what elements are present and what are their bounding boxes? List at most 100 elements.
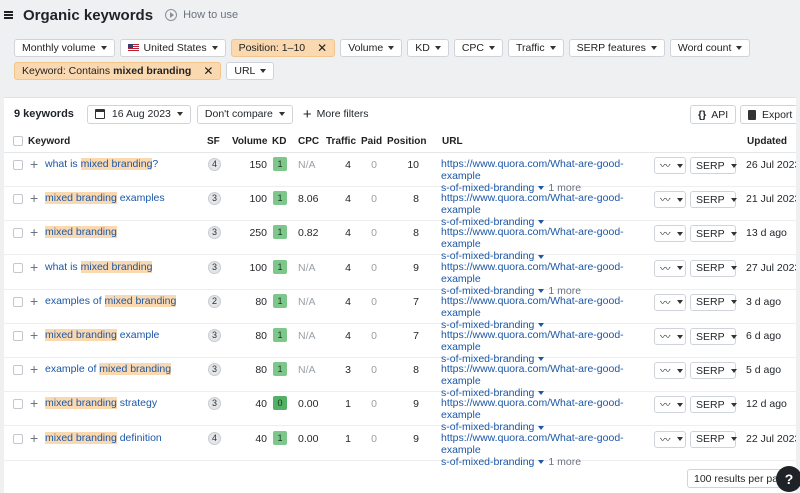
serp-button[interactable]: SERP xyxy=(690,293,737,311)
filter-volume[interactable]: Volume xyxy=(340,39,403,57)
trend-button[interactable]: 〰 xyxy=(654,157,686,174)
keyword-link[interactable]: what is mixed branding? xyxy=(45,158,158,170)
select-all-checkbox[interactable] xyxy=(13,136,23,146)
row-checkbox[interactable] xyxy=(13,296,23,307)
filter-serp-features[interactable]: SERP features xyxy=(568,39,665,57)
help-button[interactable]: ? xyxy=(776,466,800,492)
keyword-link[interactable]: examples of mixed branding xyxy=(45,294,177,307)
serp-features-count[interactable]: 4 xyxy=(208,431,221,445)
table-row: + examples of mixed branding 2 80 1 N/A 4 0 7 htt… xyxy=(4,290,800,331)
export-button[interactable]: Export xyxy=(740,105,800,124)
trend-button[interactable]: 〰 xyxy=(654,328,686,345)
serp-button[interactable]: SERP xyxy=(690,396,737,414)
serp-features-count[interactable]: 2 xyxy=(208,294,221,308)
add-to-list-icon[interactable]: + xyxy=(30,395,38,411)
row-checkbox[interactable] xyxy=(13,228,23,239)
filter-traffic[interactable]: Traffic xyxy=(508,39,564,57)
plus-icon: + xyxy=(302,105,312,123)
serp-button[interactable]: SERP xyxy=(690,157,737,174)
serp-button[interactable]: SERP xyxy=(690,362,737,380)
column-sf[interactable]: SF xyxy=(207,136,220,147)
row-checkbox[interactable] xyxy=(13,331,23,341)
trend-button[interactable]: 〰 xyxy=(654,191,686,209)
close-icon[interactable]: ✕ xyxy=(203,65,213,77)
keyword-link[interactable]: mixed branding example xyxy=(45,329,159,341)
add-to-list-icon[interactable]: + xyxy=(30,361,38,377)
column-volume[interactable]: Volume xyxy=(232,136,267,147)
column-paid[interactable]: Paid xyxy=(361,136,382,147)
serp-button[interactable]: SERP xyxy=(690,430,737,448)
trend-button[interactable]: 〰 xyxy=(654,430,686,448)
filter-cpc[interactable]: CPC xyxy=(453,39,503,57)
keyword-highlight: mixed branding xyxy=(104,294,177,307)
serp-button[interactable]: SERP xyxy=(690,225,737,243)
trend-chart-icon: 〰 xyxy=(660,399,671,412)
add-to-list-icon[interactable]: + xyxy=(30,259,38,275)
position-value: 9 xyxy=(413,432,419,445)
filter-monthly-volume[interactable]: Monthly volume xyxy=(14,39,115,57)
trend-button[interactable]: 〰 xyxy=(654,293,686,311)
serp-features-count[interactable]: 3 xyxy=(208,363,221,377)
row-checkbox[interactable] xyxy=(13,433,23,444)
position-value: 8 xyxy=(413,227,419,240)
add-to-list-icon[interactable]: + xyxy=(30,430,38,446)
serp-features-count[interactable]: 4 xyxy=(208,158,221,171)
row-checkbox[interactable] xyxy=(13,399,23,410)
filter-country[interactable]: United States xyxy=(119,39,226,57)
more-filters-label: More filters xyxy=(316,108,369,120)
add-to-list-icon[interactable]: + xyxy=(30,327,38,343)
add-to-list-icon[interactable]: + xyxy=(30,190,38,206)
column-position[interactable]: Position xyxy=(387,136,426,147)
ranking-url[interactable]: https://www.quora.com/What-are-good-exam… xyxy=(441,432,653,468)
row-checkbox[interactable] xyxy=(13,365,23,376)
add-to-list-icon[interactable]: + xyxy=(30,156,38,172)
close-icon[interactable]: ✕ xyxy=(317,42,327,54)
serp-features-count[interactable]: 3 xyxy=(208,226,221,240)
trend-button[interactable]: 〰 xyxy=(654,362,686,380)
serp-features-count[interactable]: 3 xyxy=(208,260,221,274)
paid-value: 0 xyxy=(371,261,377,274)
trend-button[interactable]: 〰 xyxy=(654,259,686,277)
row-checkbox[interactable] xyxy=(13,194,23,205)
keyword-link[interactable]: mixed branding strategy xyxy=(45,397,157,410)
serp-button[interactable]: SERP xyxy=(690,328,737,345)
filter-url[interactable]: URL xyxy=(226,62,275,80)
serp-features-count[interactable]: 3 xyxy=(208,397,221,411)
filter-keyword[interactable]: Keyword: Contains mixed branding ✕ xyxy=(14,62,222,80)
api-button[interactable]: {} API xyxy=(690,105,737,124)
column-keyword[interactable]: Keyword xyxy=(28,136,70,147)
filter-word-count[interactable]: Word count xyxy=(669,39,751,57)
add-to-list-icon[interactable]: + xyxy=(30,293,38,309)
date-picker[interactable]: 16 Aug 2023 xyxy=(86,104,191,124)
filter-bar: Monthly volume United States Position: 1… xyxy=(14,39,784,85)
trend-button[interactable]: 〰 xyxy=(654,225,686,243)
filter-position[interactable]: Position: 1–10 ✕ xyxy=(230,39,336,57)
keyword-link[interactable]: example of mixed branding xyxy=(45,363,172,376)
serp-features-count[interactable]: 3 xyxy=(208,192,221,206)
url-dropdown-icon[interactable] xyxy=(538,459,545,464)
chevron-down-icon xyxy=(676,300,683,305)
chevron-down-icon xyxy=(650,46,657,50)
column-traffic[interactable]: Traffic xyxy=(326,136,356,147)
more-filters-button[interactable]: + More filters xyxy=(298,104,373,124)
serp-features-count[interactable]: 3 xyxy=(208,329,221,342)
row-checkbox[interactable] xyxy=(13,160,23,170)
add-to-list-icon[interactable]: + xyxy=(30,224,38,240)
column-kd[interactable]: KD xyxy=(272,136,286,147)
compare-dropdown[interactable]: Don't compare xyxy=(196,104,293,124)
serp-button[interactable]: SERP xyxy=(690,259,737,277)
keyword-link[interactable]: mixed branding xyxy=(45,226,117,239)
column-url[interactable]: URL xyxy=(442,136,463,147)
how-to-use-link[interactable]: How to use xyxy=(165,9,238,21)
column-updated[interactable]: Updated xyxy=(747,136,787,147)
filter-kd[interactable]: KD xyxy=(407,39,449,57)
column-cpc[interactable]: CPC xyxy=(298,136,319,147)
trend-button[interactable]: 〰 xyxy=(654,396,686,414)
row-checkbox[interactable] xyxy=(13,262,23,273)
serp-button[interactable]: SERP xyxy=(690,191,737,209)
more-urls-link[interactable]: 1 more xyxy=(548,456,581,468)
keyword-link[interactable]: what is mixed branding xyxy=(45,260,153,273)
menu-icon[interactable] xyxy=(4,11,13,19)
keyword-link[interactable]: mixed branding examples xyxy=(45,192,165,205)
keyword-link[interactable]: mixed branding definition xyxy=(45,431,162,444)
